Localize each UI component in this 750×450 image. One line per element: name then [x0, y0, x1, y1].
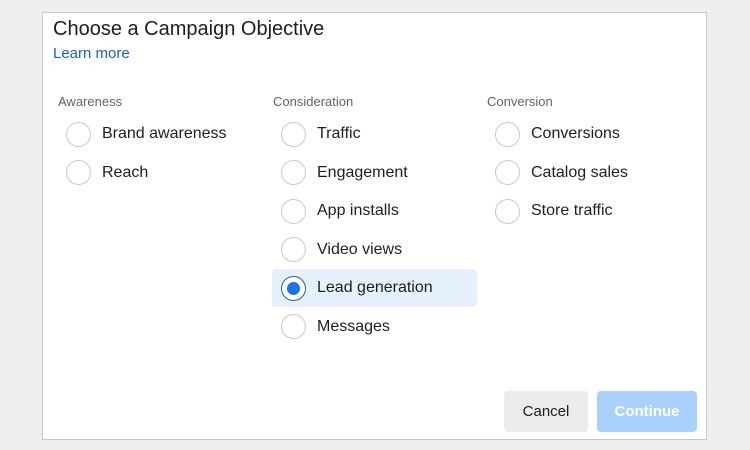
option-label: Lead generation	[317, 279, 433, 297]
radio-button[interactable]	[281, 160, 306, 186]
consideration-column: Consideration Traffic Engagement App ins…	[272, 93, 477, 347]
conversion-options: Conversions Catalog sales Store traffic	[486, 115, 691, 230]
awareness-group-label: Awareness	[58, 94, 123, 109]
option-label: Video views	[317, 240, 403, 258]
option-video-views[interactable]: Video views	[272, 231, 477, 269]
consideration-options: Traffic Engagement App installs Video vi…	[272, 115, 477, 346]
radio-button[interactable]	[281, 275, 306, 301]
option-reach[interactable]: Reach	[57, 154, 262, 192]
radio-button[interactable]	[66, 121, 91, 147]
consideration-group-label: Consideration	[273, 94, 354, 109]
radio-button[interactable]	[281, 237, 306, 263]
conversion-group-label: Conversion	[487, 94, 553, 109]
option-label: Reach	[102, 163, 149, 181]
option-brand-awareness[interactable]: Brand awareness	[57, 115, 262, 153]
awareness-column: Awareness Brand awareness Reach	[57, 93, 262, 192]
dialog-title: Choose a Campaign Objective	[53, 18, 325, 40]
radio-button[interactable]	[281, 314, 306, 340]
option-label: Conversions	[531, 125, 620, 142]
awareness-options: Brand awareness Reach	[57, 115, 262, 192]
conversion-column: Conversion Conversions Catalog sales Sto…	[486, 93, 691, 231]
option-catalog-sales[interactable]: Catalog sales	[486, 154, 691, 192]
cancel-button[interactable]: Cancel	[504, 391, 588, 432]
radio-dot	[287, 281, 300, 295]
option-messages[interactable]: Messages	[272, 308, 477, 346]
option-label: Engagement	[317, 163, 408, 181]
option-lead-generation[interactable]: Lead generation	[272, 269, 477, 308]
option-label: App installs	[317, 202, 399, 220]
option-engagement[interactable]: Engagement	[272, 154, 477, 192]
option-label: Brand awareness	[102, 125, 227, 142]
option-store-traffic[interactable]: Store traffic	[486, 192, 691, 230]
option-label: Catalog sales	[531, 163, 628, 181]
option-app-installs[interactable]: App installs	[272, 192, 477, 230]
option-conversions[interactable]: Conversions	[486, 115, 691, 153]
radio-button[interactable]	[281, 198, 306, 224]
option-label: Store traffic	[531, 202, 613, 220]
radio-button[interactable]	[66, 160, 91, 186]
option-label: Traffic	[317, 125, 361, 142]
option-label: Messages	[317, 317, 390, 335]
learn-more-link[interactable]: Learn more	[53, 45, 130, 62]
radio-button[interactable]	[281, 121, 306, 147]
radio-button[interactable]	[495, 121, 520, 147]
radio-button[interactable]	[495, 198, 520, 224]
campaign-objective-dialog: Choose a Campaign Objective Learn more A…	[42, 12, 707, 440]
continue-button[interactable]: Continue	[597, 391, 697, 432]
radio-button[interactable]	[495, 160, 520, 186]
option-traffic[interactable]: Traffic	[272, 115, 477, 153]
